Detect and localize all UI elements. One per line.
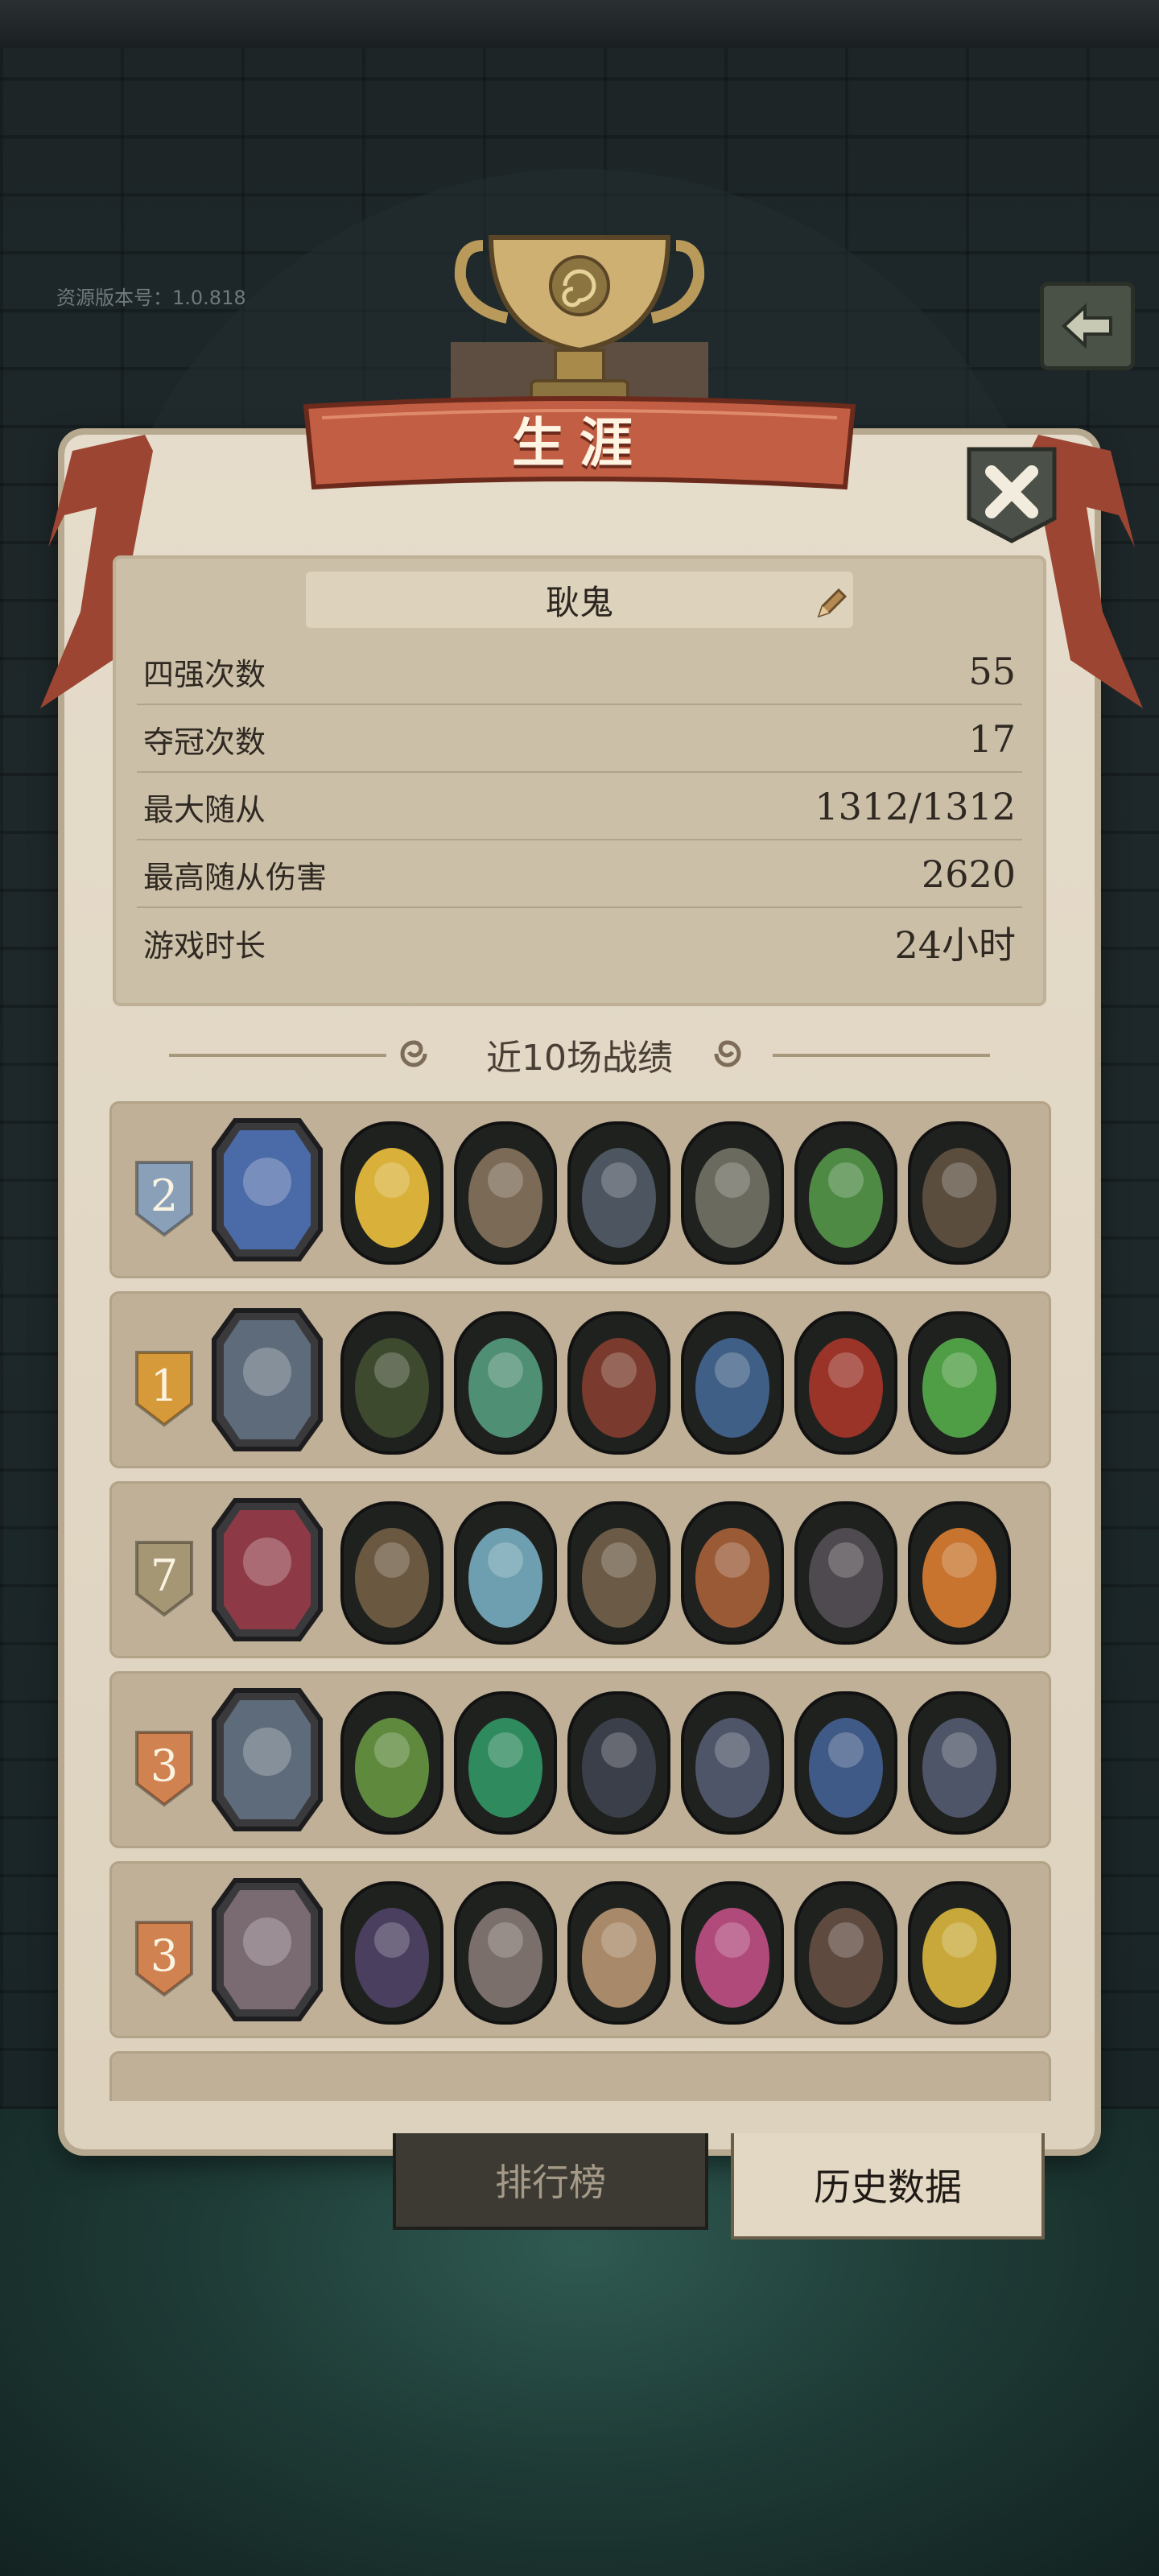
close-button[interactable] (964, 444, 1059, 545)
minion-card[interactable] (567, 1690, 671, 1835)
page-title: 生涯 (512, 412, 647, 474)
stat-row-max-minion: 最大随从 1312/1312 (137, 774, 1022, 840)
tab-history[interactable]: 历史数据 (731, 2133, 1045, 2240)
minion-card[interactable] (453, 1501, 558, 1645)
minion-card[interactable] (453, 1311, 558, 1455)
minion-card[interactable] (340, 1501, 444, 1645)
minion-card[interactable] (340, 1880, 444, 2025)
minion-card[interactable] (794, 1121, 898, 1265)
minion-card[interactable] (907, 1880, 1012, 2025)
match-row[interactable]: 1 (109, 1291, 1051, 1468)
player-name: 耿鬼 (306, 572, 853, 628)
minion-card[interactable] (680, 1501, 785, 1645)
minion-card[interactable] (340, 1690, 444, 1835)
stat-value: 55 (968, 650, 1016, 693)
match-row[interactable]: 7 (109, 1481, 1051, 1658)
hero-portrait[interactable] (211, 1497, 324, 1642)
minion-card[interactable] (907, 1690, 1012, 1835)
stat-label: 夺冠次数 (143, 724, 266, 760)
rank-badge: 1 (135, 1351, 193, 1427)
rank-badge: 3 (135, 1731, 193, 1807)
minion-card[interactable] (340, 1121, 444, 1265)
hero-portrait[interactable] (211, 1687, 324, 1832)
status-bar-area (0, 0, 1159, 48)
stat-label: 游戏时长 (143, 927, 266, 964)
stat-row-wins: 夺冠次数 17 (137, 707, 1022, 773)
minion-card[interactable] (794, 1880, 898, 2025)
match-row-partial[interactable] (109, 2051, 1051, 2101)
hero-portrait[interactable] (211, 1877, 324, 2022)
minion-card[interactable] (680, 1690, 785, 1835)
stat-row-playtime: 游戏时长 24小时 (137, 910, 1022, 976)
match-row[interactable]: 3 (109, 1671, 1051, 1848)
minion-card[interactable] (680, 1121, 785, 1265)
rank-badge: 3 (135, 1921, 193, 1997)
minion-card[interactable] (567, 1880, 671, 2025)
stat-label: 最高随从伤害 (143, 859, 328, 895)
minion-card[interactable] (907, 1311, 1012, 1455)
stat-label: 四强次数 (143, 656, 266, 692)
swirl-right-icon (714, 1040, 741, 1067)
minion-card[interactable] (567, 1311, 671, 1455)
minion-card[interactable] (907, 1501, 1012, 1645)
minion-card[interactable] (567, 1501, 671, 1645)
minion-card[interactable] (453, 1690, 558, 1835)
hero-portrait[interactable] (211, 1117, 324, 1262)
minion-card[interactable] (453, 1880, 558, 2025)
stat-value: 24小时 (894, 923, 1016, 967)
minion-card[interactable] (453, 1121, 558, 1265)
stat-label: 最大随从 (143, 791, 266, 828)
minion-card[interactable] (794, 1690, 898, 1835)
divider-left (169, 1054, 386, 1057)
minion-card[interactable] (907, 1121, 1012, 1265)
stat-row-top4: 四强次数 55 (137, 639, 1022, 705)
stat-value: 1312/1312 (815, 785, 1016, 828)
tab-ranking[interactable]: 排行榜 (393, 2133, 708, 2230)
stat-row-max-damage: 最高随从伤害 2620 (137, 842, 1022, 908)
stats-card: 耿鬼 四强次数 55 夺冠次数 17 最大随从 1312/1312 最高随从伤害… (113, 555, 1046, 1006)
back-button[interactable] (1040, 282, 1135, 370)
arrow-left-icon (1062, 303, 1112, 349)
version-label: 资源版本号：1.0.818 (56, 287, 246, 309)
rank-number: 3 (151, 1740, 178, 1791)
rank-number: 1 (151, 1360, 178, 1411)
minion-card[interactable] (794, 1501, 898, 1645)
edit-pencil-icon[interactable] (813, 585, 850, 622)
rank-number: 3 (151, 1930, 178, 1981)
match-row[interactable]: 2 (109, 1101, 1051, 1278)
minion-card[interactable] (340, 1311, 444, 1455)
divider-right (773, 1054, 990, 1057)
close-icon (967, 447, 1057, 543)
match-list[interactable]: 2 1 7 3 3 (109, 1101, 1051, 2101)
rank-badge: 2 (135, 1161, 193, 1237)
rank-badge: 7 (135, 1541, 193, 1617)
minion-card[interactable] (794, 1311, 898, 1455)
minion-card[interactable] (567, 1121, 671, 1265)
match-row[interactable]: 3 (109, 1861, 1051, 2038)
stat-value: 2620 (921, 852, 1016, 896)
rank-number: 2 (151, 1170, 178, 1221)
hero-portrait[interactable] (211, 1307, 324, 1452)
minion-card[interactable] (680, 1311, 785, 1455)
rank-number: 7 (151, 1550, 178, 1601)
minion-card[interactable] (680, 1880, 785, 2025)
stat-value: 17 (968, 717, 1016, 761)
recent-matches-title: 近10场战绩 (486, 1038, 673, 1079)
